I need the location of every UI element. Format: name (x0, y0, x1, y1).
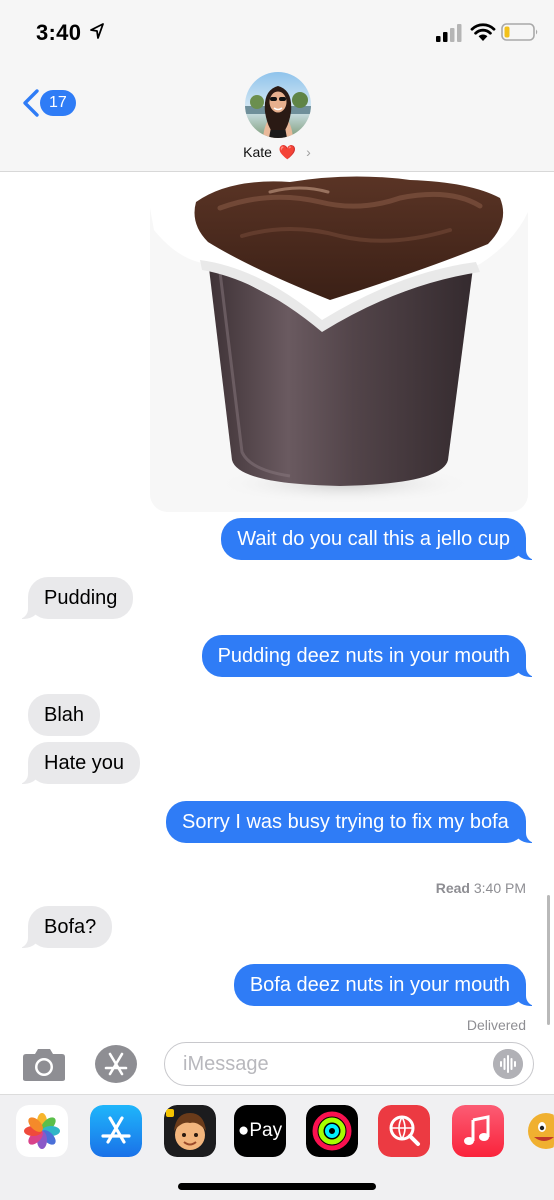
memoji-icon[interactable] (164, 1105, 216, 1157)
read-receipt: Read 3:40 PM (436, 880, 526, 896)
contact-name: Kate (243, 144, 272, 160)
message-text: Bofa deez nuts in your mouth (249, 974, 510, 996)
unread-count-badge[interactable]: 17 (40, 90, 76, 116)
message-text: Blah (44, 704, 85, 726)
app-store-icon[interactable] (90, 1105, 142, 1157)
message-text: Pudding deez nuts in your mouth (217, 645, 510, 667)
message-input[interactable]: iMessage (164, 1042, 534, 1086)
scroll-indicator[interactable] (547, 895, 550, 1025)
back-chevron-icon[interactable] (20, 88, 42, 118)
imessage-app-drawer: ●Pay (0, 1094, 554, 1200)
apple-pay-icon[interactable]: ●Pay (234, 1105, 286, 1157)
message-text: Wait do you call this a jello cup (237, 528, 510, 550)
music-icon[interactable] (452, 1105, 504, 1157)
activity-icon[interactable] (306, 1105, 358, 1157)
wifi-icon (470, 23, 496, 41)
web-search-icon[interactable] (378, 1105, 430, 1157)
compose-bar: iMessage (0, 1036, 554, 1094)
message-thread[interactable]: Wait do you call this a jello cup Puddin… (0, 172, 554, 1033)
camera-icon[interactable] (22, 1046, 66, 1082)
contact-name-row[interactable]: Kate ❤️ › (0, 144, 554, 161)
read-time: 3:40 PM (473, 880, 526, 896)
message-received[interactable]: Blah (28, 694, 101, 736)
message-text: Sorry I was busy trying to fix my bofa (182, 811, 509, 833)
read-label: Read (435, 880, 470, 896)
message-received[interactable]: Pudding (15, 577, 134, 619)
message-received[interactable]: Bofa? (15, 906, 113, 948)
message-sent[interactable]: Wait do you call this a jello cup (221, 518, 538, 560)
image-message[interactable] (150, 172, 528, 512)
contact-avatar[interactable] (245, 72, 311, 138)
message-sent[interactable]: Pudding deez nuts in your mouth (201, 635, 539, 677)
home-indicator[interactable] (178, 1183, 376, 1190)
pudding-cup-photo (150, 172, 528, 512)
status-bar: 3:40 (0, 0, 554, 66)
apple-logo-glyph: ● (237, 1120, 250, 1141)
message-sent[interactable]: Sorry I was busy trying to fix my bofa (166, 801, 538, 843)
cellular-signal-icon (436, 24, 462, 42)
app-store-icon[interactable] (94, 1044, 140, 1084)
message-received[interactable]: Hate you (15, 742, 141, 784)
photos-icon[interactable] (16, 1105, 68, 1157)
battery-low-icon (501, 23, 538, 41)
message-text: Pudding (44, 587, 118, 609)
location-arrow-icon (90, 23, 104, 39)
message-input-placeholder: iMessage (183, 1053, 269, 1075)
conversation-header: 17 Kate ❤️ › (0, 66, 554, 172)
audio-message-icon[interactable] (493, 1049, 523, 1079)
apple-pay-label: Pay (249, 1120, 283, 1141)
status-time: 3:40 (36, 20, 82, 45)
message-text: Bofa? (44, 916, 97, 938)
contact-details-chevron: › (306, 144, 311, 160)
animoji-icon[interactable] (524, 1105, 554, 1157)
message-sent[interactable]: Bofa deez nuts in your mouth (233, 964, 539, 1006)
message-text: Hate you (44, 752, 125, 774)
delivered-receipt: Delivered (466, 1017, 526, 1033)
heart-emoji: ❤️ (278, 144, 297, 160)
